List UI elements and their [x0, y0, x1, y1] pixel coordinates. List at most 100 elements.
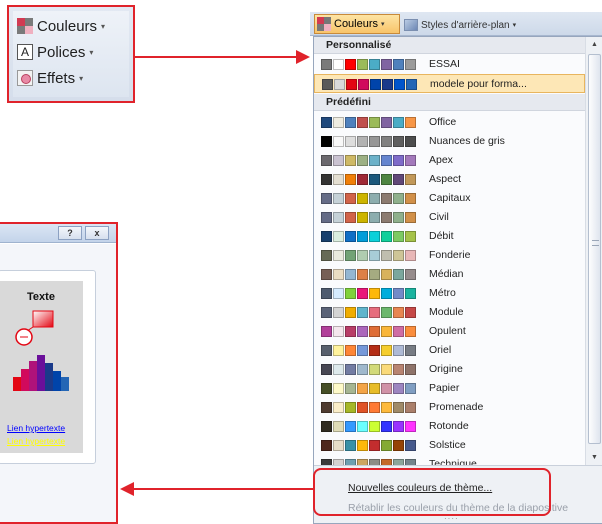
theme-swatches [321, 250, 417, 261]
color-swatch [333, 440, 344, 451]
color-swatch [381, 174, 392, 185]
chevron-down-icon: ▾ [101, 21, 106, 31]
color-swatch [345, 250, 356, 261]
colors-menu-label: Couleurs [37, 17, 98, 35]
color-swatch [406, 79, 417, 90]
screenshot-canvas: Couleurs ▾ A Polices ▾ Effets ▾ Couleurs [0, 0, 602, 524]
color-swatch [321, 402, 332, 413]
theme-name: Papier [429, 382, 460, 394]
color-swatch [321, 364, 332, 375]
color-swatch [345, 421, 356, 432]
color-swatch [346, 79, 357, 90]
color-swatch [321, 421, 332, 432]
theme-swatches [321, 269, 417, 280]
theme-name: Apex [429, 154, 453, 166]
effects-menu-label: Effets [37, 69, 76, 87]
preset-theme-row[interactable]: Médian [314, 265, 585, 284]
color-swatch [345, 174, 356, 185]
color-swatch [333, 402, 344, 413]
color-swatch [369, 288, 380, 299]
preset-theme-row[interactable]: Promenade [314, 398, 585, 417]
color-swatch [405, 59, 416, 70]
theme-swatches [321, 288, 417, 299]
background-styles-button[interactable]: Styles d'arrière-plan ▾ [404, 16, 516, 34]
fonts-menu-button[interactable]: A Polices ▾ [17, 41, 93, 63]
dialog-body: Texte Lien hypertexte Lien hypertexte [0, 244, 116, 522]
theme-name: Oriel [429, 344, 452, 356]
color-swatch [333, 59, 344, 70]
preset-theme-row[interactable]: Solstice [314, 436, 585, 455]
preset-theme-row[interactable]: Apex [314, 151, 585, 170]
color-swatch [321, 212, 332, 223]
help-button[interactable]: ? [58, 226, 82, 240]
color-swatch [357, 193, 368, 204]
preset-theme-row[interactable]: Office [314, 113, 585, 132]
preset-theme-row[interactable]: Métro [314, 284, 585, 303]
preset-theme-row[interactable]: Origine [314, 360, 585, 379]
preview-bar [29, 361, 37, 391]
color-swatch [333, 250, 344, 261]
close-button[interactable]: x [85, 226, 109, 240]
preset-theme-row[interactable]: Débit [314, 227, 585, 246]
colors-menu-button[interactable]: Couleurs ▾ [17, 15, 105, 37]
effects-menu-button[interactable]: Effets ▾ [17, 67, 83, 89]
color-swatch [405, 174, 416, 185]
theme-swatches [321, 155, 417, 166]
preset-theme-row[interactable]: Capitaux [314, 189, 585, 208]
theme-name: Promenade [429, 401, 484, 413]
color-swatch [381, 250, 392, 261]
color-swatch [357, 212, 368, 223]
scroll-up-icon[interactable]: ▲ [586, 37, 602, 52]
color-swatch [321, 155, 332, 166]
color-swatch [405, 364, 416, 375]
custom-section-header: Personnalisé [314, 37, 585, 54]
scroll-thumb[interactable] [588, 54, 601, 444]
custom-theme-row[interactable]: modele pour forma... [314, 74, 585, 93]
color-swatch [393, 117, 404, 128]
theme-swatches [321, 326, 417, 337]
color-swatch [381, 345, 392, 356]
color-swatch [393, 345, 404, 356]
theme-name: Module [429, 306, 464, 318]
sample-preview: Texte Lien hypertexte Lien hypertexte [0, 281, 83, 453]
color-swatch [393, 402, 404, 413]
color-swatch [345, 288, 356, 299]
color-swatch [357, 288, 368, 299]
color-swatch [382, 79, 393, 90]
hyperlink-sample: Lien hypertexte [7, 423, 66, 433]
custom-theme-row[interactable]: ESSAI [314, 55, 585, 74]
preset-theme-row[interactable]: Fonderie [314, 246, 585, 265]
preset-theme-row[interactable]: Aspect [314, 170, 585, 189]
color-swatch [333, 269, 344, 280]
preset-theme-row[interactable]: Nuances de gris [314, 132, 585, 151]
preset-theme-row[interactable]: Civil [314, 208, 585, 227]
color-swatch [393, 212, 404, 223]
preview-bar [45, 363, 53, 391]
color-swatch [322, 79, 333, 90]
preset-theme-row[interactable]: Rotonde [314, 417, 585, 436]
preset-theme-row[interactable]: Papier [314, 379, 585, 398]
preset-theme-row[interactable]: Module [314, 303, 585, 322]
color-swatch [369, 307, 380, 318]
color-swatch [393, 269, 404, 280]
color-swatch [321, 383, 332, 394]
color-swatch [358, 79, 369, 90]
color-swatch [333, 212, 344, 223]
color-swatch [333, 155, 344, 166]
theme-name: modele pour forma... [430, 78, 527, 90]
color-swatch [357, 117, 368, 128]
color-swatch [369, 345, 380, 356]
preset-theme-row[interactable]: Opulent [314, 322, 585, 341]
scroll-down-icon[interactable]: ▼ [586, 450, 602, 465]
dropdown-scrollbar[interactable]: ▲ ▼ [585, 37, 602, 465]
color-swatch [369, 250, 380, 261]
color-swatch [381, 326, 392, 337]
color-swatch [369, 231, 380, 242]
preview-bar [13, 377, 21, 391]
color-swatch [333, 421, 344, 432]
preset-theme-row[interactable]: Oriel [314, 341, 585, 360]
color-swatch [369, 383, 380, 394]
color-swatch [357, 364, 368, 375]
color-swatch [321, 326, 332, 337]
colors-dropdown-button[interactable]: Couleurs ▾ [314, 14, 400, 34]
